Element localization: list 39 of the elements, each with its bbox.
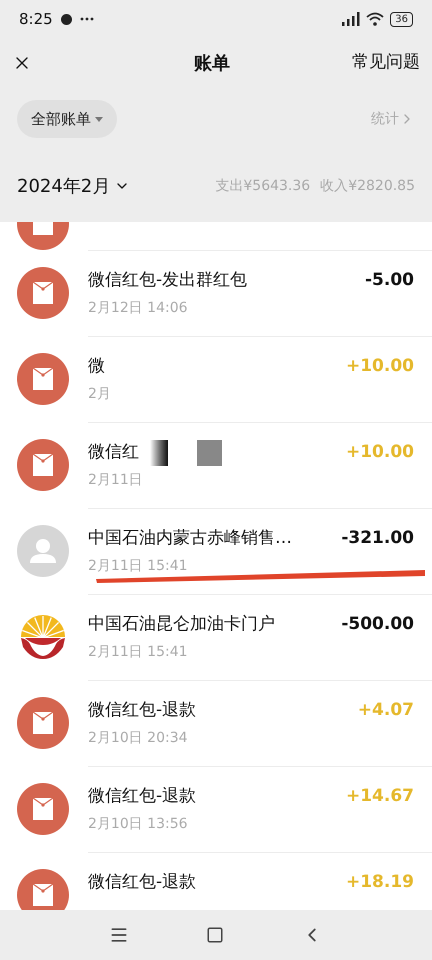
- transaction-amount: -5.00: [365, 269, 414, 292]
- transaction-title: 微信红: [88, 441, 139, 464]
- redaction-block: [197, 440, 222, 466]
- income-total: 收入¥2820.85: [320, 176, 415, 196]
- transaction-date: 2月11日: [88, 471, 143, 490]
- more-icon: [80, 17, 94, 21]
- transaction-amount: +4.07: [358, 699, 414, 722]
- square-icon: [206, 926, 224, 944]
- transaction-amount: +10.00: [346, 441, 414, 464]
- transaction-amount: -321.00: [341, 527, 414, 550]
- transaction-date: 2月10日 20:34: [88, 729, 188, 748]
- transaction-date: 2月12日 14:06: [88, 299, 188, 318]
- transaction-date: 2月11日 15:41: [88, 557, 188, 576]
- transaction-amount: +10.00: [346, 355, 414, 378]
- transaction-title: 微信红包-退款: [88, 785, 196, 808]
- battery-indicator: 36: [390, 12, 413, 26]
- transaction-amount: -500.00: [341, 613, 414, 636]
- home-button[interactable]: [206, 926, 224, 944]
- transaction-date: 2月11日 15:41: [88, 643, 188, 662]
- status-time: 8:25: [19, 8, 53, 30]
- signal-icon: [341, 12, 360, 26]
- transaction-title: 中国石油昆仑加油卡门户: [88, 613, 275, 636]
- transaction-title: 中国石油内蒙古赤峰销售…: [88, 527, 292, 550]
- transaction-amount: +18.19: [346, 871, 414, 894]
- month-picker[interactable]: 2024年2月: [17, 172, 130, 200]
- page-title: 账单: [194, 52, 230, 76]
- transaction-title: 微: [88, 355, 105, 378]
- transaction-date: 2月10日 13:56: [88, 815, 188, 834]
- expense-total: 支出¥5643.36: [215, 176, 310, 196]
- faq-link[interactable]: 常见问题: [352, 50, 420, 76]
- transaction-date: 2月: [88, 385, 111, 404]
- wifi-icon: [366, 12, 384, 26]
- bill-filter-dropdown[interactable]: 全部账单: [17, 100, 117, 138]
- redaction-block: [150, 440, 168, 466]
- transaction-title: 微信红包-发出群红包: [88, 269, 248, 292]
- transaction-title: 微信红包-退款: [88, 871, 196, 894]
- caret-icon: [95, 116, 103, 122]
- transaction-title: 微信红包-退款: [88, 699, 196, 722]
- transaction-amount: +14.67: [346, 785, 414, 808]
